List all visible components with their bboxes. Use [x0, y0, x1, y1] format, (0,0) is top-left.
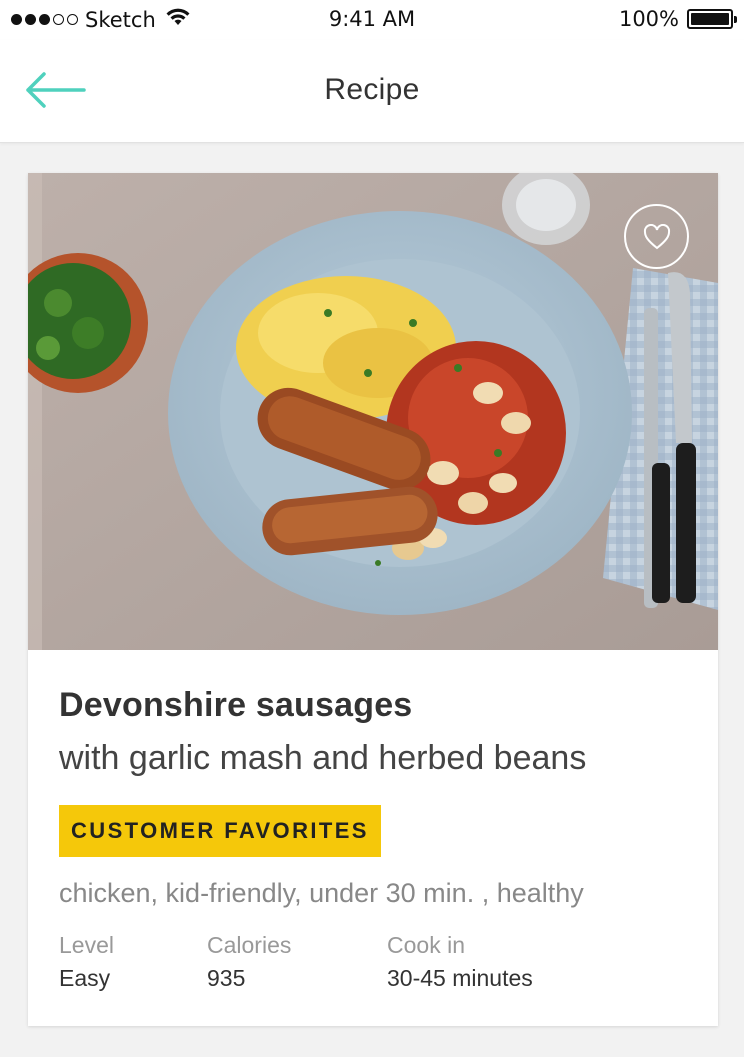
battery-fill [691, 13, 729, 25]
recipe-subtitle: with garlic mash and herbed beans [59, 739, 587, 777]
stat-calories: Calories 935 [207, 932, 291, 992]
battery-icon [687, 9, 737, 29]
recipe-card[interactable]: Devonshire sausages with garlic mash and… [28, 173, 718, 1026]
status-bar: Sketch 9:41 AM 100% [0, 0, 744, 40]
battery-tip [734, 16, 737, 23]
page-title: Recipe [324, 73, 420, 106]
stat-label: Level [59, 932, 114, 958]
stat-value: Easy [59, 965, 111, 991]
stat-label: Cook in [387, 932, 465, 958]
heart-outline-icon [643, 223, 671, 250]
battery-percentage: 100% [618, 7, 679, 31]
recipe-tags: chicken, kid-friendly, under 30 min. , h… [59, 878, 584, 908]
stat-value: 30-45 minutes [387, 965, 533, 991]
stat-label: Calories [207, 932, 292, 958]
stat-value: 935 [207, 965, 246, 991]
stat-cook-time: Cook in 30-45 minutes [387, 932, 533, 992]
recipe-photo [28, 173, 718, 650]
navigation-bar: Recipe [0, 40, 744, 143]
recipe-title: Devonshire sausages [59, 686, 413, 724]
customer-favorites-badge: CUSTOMER FAVORITES [59, 805, 381, 857]
stat-level: Level Easy [59, 932, 114, 992]
favorite-button[interactable] [624, 204, 689, 269]
status-right: 100% [618, 7, 737, 31]
